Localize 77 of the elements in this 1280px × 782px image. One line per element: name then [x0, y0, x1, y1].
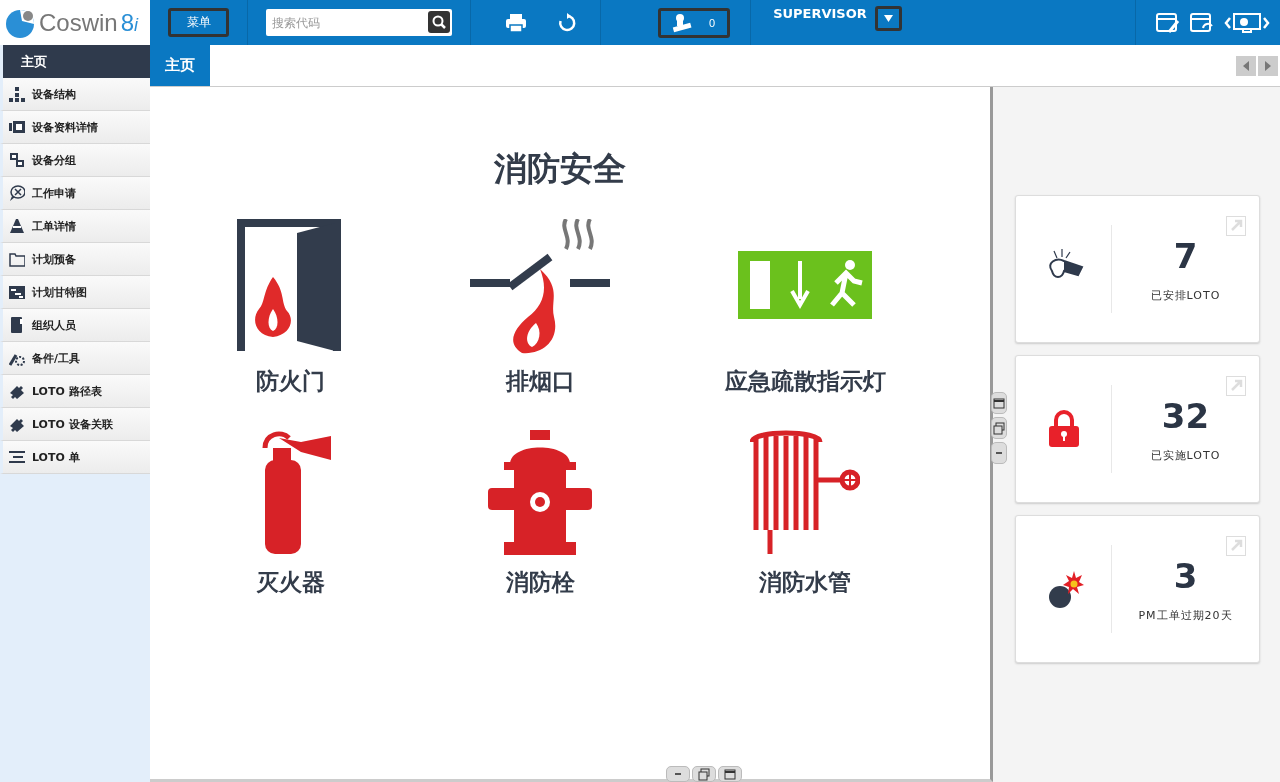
lines-icon [9, 449, 25, 465]
search-button[interactable] [428, 11, 450, 33]
folder-icon [9, 251, 25, 267]
maximize-icon [724, 767, 736, 781]
group-icon [9, 152, 25, 168]
user-dropdown-button[interactable] [874, 6, 902, 31]
fire-extinguisher-icon [262, 431, 331, 554]
stat-label: 已安排LOTO [1150, 287, 1221, 303]
maximize-button[interactable] [718, 766, 742, 782]
search-icon [432, 15, 446, 29]
sidebar-item[interactable]: LOTO 设备关联 [0, 408, 150, 441]
sidebar-item[interactable]: 工单详情 [0, 210, 150, 243]
maximize-icon [993, 396, 1005, 410]
sidebar-header: 主页 [0, 45, 150, 78]
smoke-vent-icon [470, 219, 610, 354]
puzzle-icon [9, 416, 25, 432]
fire-hose-reel-icon [750, 430, 860, 555]
logo-version: 8i [120, 8, 139, 37]
caret-icon [883, 15, 893, 22]
poster-label: 灭火器 [255, 568, 325, 597]
restore-button[interactable] [692, 766, 716, 782]
sidebar-item[interactable]: 组织人员 [0, 309, 150, 342]
poster-label: 消防栓 [505, 568, 575, 597]
minimize-icon [996, 452, 1002, 454]
sidebar-item[interactable]: 工作申请 [0, 177, 150, 210]
stat-value: 32 [1161, 395, 1210, 436]
logo-text: Coswin [39, 8, 118, 37]
maximize-button[interactable] [991, 392, 1007, 414]
stamp-button[interactable]: 0 [658, 7, 731, 38]
device-icon [9, 119, 25, 135]
refresh-window-icon[interactable] [1190, 11, 1214, 34]
stat-value: 7 [1173, 235, 1198, 276]
expand-icon [1226, 376, 1246, 396]
expand-icon [1226, 216, 1246, 236]
poster-title: 消防安全 [494, 148, 626, 190]
poster-label: 消防水管 [759, 568, 851, 597]
tree-icon [9, 86, 25, 102]
poster-label: 防火门 [255, 367, 325, 396]
fire-door-icon [237, 219, 341, 351]
restore-icon [993, 421, 1005, 435]
minimize-button[interactable] [666, 766, 690, 782]
stat-value: 3 [1173, 555, 1198, 596]
sidebar-item[interactable]: LOTO 路径表 [0, 375, 150, 408]
poster-label: 排烟口 [505, 367, 575, 396]
puzzle-icon [9, 383, 25, 399]
sidebar-item[interactable]: 设备分组 [0, 144, 150, 177]
poster-label: 应急疏散指示灯 [724, 367, 886, 396]
sidebar-item[interactable]: 计划甘特图 [0, 276, 150, 309]
tab[interactable]: 主页 [150, 45, 210, 86]
caret-left-icon [1243, 60, 1249, 71]
sidebar-item[interactable]: 计划预备 [0, 243, 150, 276]
scroll-right-button[interactable] [1258, 55, 1278, 76]
sidebar-item[interactable]: 设备资料详情 [0, 111, 150, 144]
print-icon[interactable] [505, 12, 527, 33]
search-field[interactable]: 搜索代码 [266, 9, 452, 36]
menu-button[interactable]: 菜单 [168, 8, 229, 37]
refresh-icon[interactable] [557, 12, 577, 33]
edit-window-icon[interactable] [1156, 11, 1180, 34]
restore-icon [698, 767, 710, 781]
minimize-icon [675, 773, 681, 775]
book-icon [9, 317, 25, 333]
cone-icon [9, 218, 25, 234]
restore-button[interactable] [991, 417, 1007, 439]
exit-sign-icon [738, 251, 872, 319]
scroll-left-button[interactable] [1236, 55, 1256, 76]
sidebar-item[interactable]: LOTO 单 [0, 441, 150, 474]
minimize-button[interactable] [991, 442, 1007, 464]
expand-icon [1226, 536, 1246, 556]
fire-hydrant-icon [488, 430, 592, 555]
stat-label: PM工单过期20天 [1138, 607, 1233, 623]
user-name: SUPERVISOR [773, 6, 867, 21]
sidebar-item[interactable]: 设备结构 [0, 78, 150, 111]
monitor-switch-icon[interactable] [1224, 11, 1270, 34]
sidebar-item[interactable]: 备件/工具 [0, 342, 150, 375]
gantt-icon [9, 284, 25, 300]
stat-label: 已实施LOTO [1150, 447, 1221, 463]
caret-right-icon [1265, 60, 1271, 71]
